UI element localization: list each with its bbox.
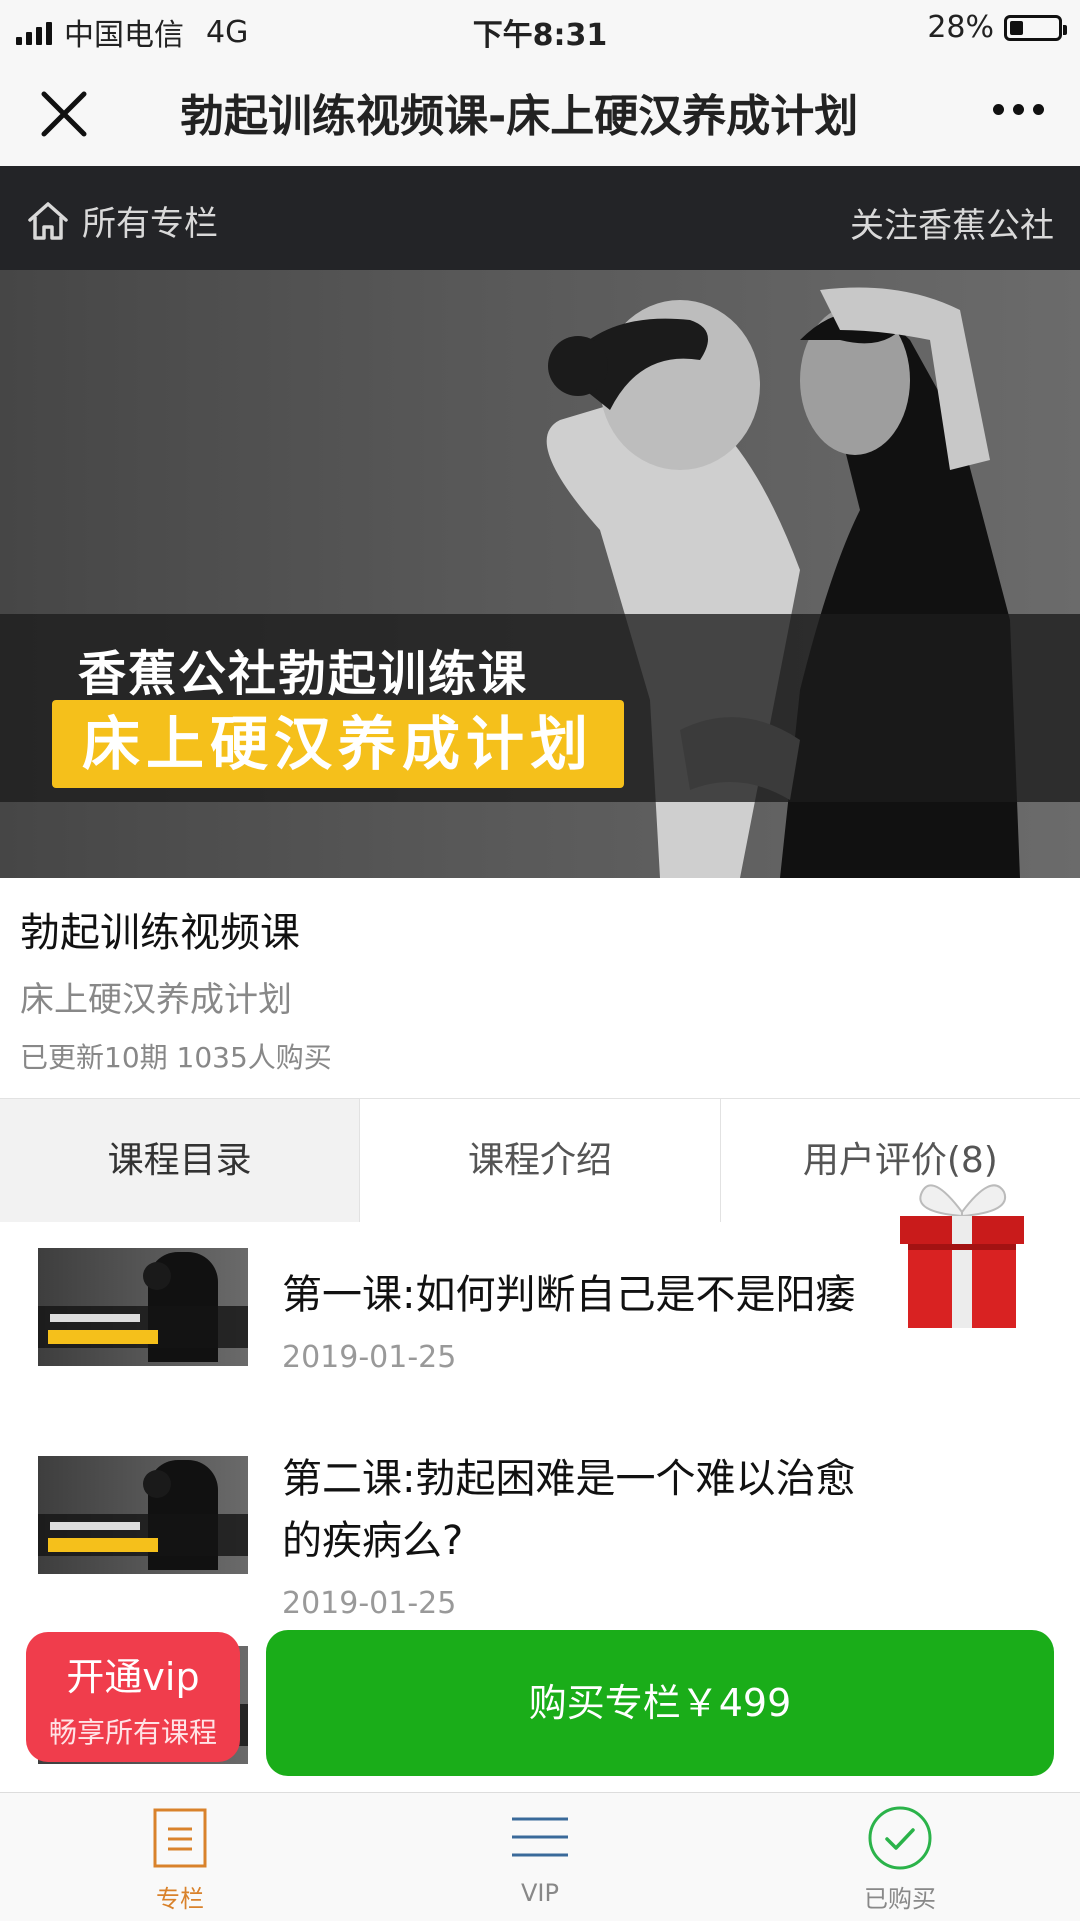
lesson-date: 2019-01-25 [282,1340,457,1375]
tabbar-label: VIP [521,1879,559,1907]
gift-icon[interactable] [892,1172,1032,1332]
banner-headline: 香蕉公社勃起训练课 [78,646,529,702]
course-subtitle: 床上硬汉养成计划 [20,980,292,1020]
all-columns-label: 所有专栏 [82,204,218,244]
buy-column-button[interactable]: 购买专栏￥499 [266,1630,1054,1776]
tabbar-item-column[interactable]: 专栏 [0,1793,360,1921]
home-icon [28,201,68,240]
lesson-date: 2019-01-25 [282,1586,457,1621]
battery-fill [1010,20,1023,35]
battery-icon [1004,14,1067,41]
menu-icon [512,1817,568,1857]
tabbar-label: 专栏 [156,1885,204,1913]
course-title: 勃起训练视频课 [20,910,300,956]
nav-bar: 勃起训练视频课-床上硬汉养成计划 [0,56,1080,167]
course-info: 勃起训练视频课 床上硬汉养成计划 已更新10期 1035人购买 [0,878,1080,1098]
battery-percent: 28% [927,10,994,45]
tabbar-item-vip[interactable]: VIP [360,1793,720,1921]
all-columns-link[interactable]: 所有专栏 [26,196,218,245]
page-title: 勃起训练视频课-床上硬汉养成计划 [180,91,859,142]
open-vip-button[interactable]: 开通vip 畅享所有课程 [26,1632,240,1762]
check-circle-icon [868,1806,932,1870]
more-icon[interactable] [993,104,1044,115]
lesson-thumbnail [38,1248,248,1366]
column-bar: 所有专栏 关注香蕉公社 [0,166,1080,270]
vip-label: 开通vip [66,1655,200,1699]
bottom-tab-bar: 专栏 VIP 已购买 [0,1792,1080,1921]
lesson-title: 第二课:勃起困难是一个难以治愈的疾病么? [282,1456,856,1564]
tab-catalog[interactable]: 课程目录 [0,1099,361,1223]
status-bar: 中国电信 4G 下午8:31 28% [0,0,1080,56]
follow-link[interactable]: 关注香蕉公社 [850,198,1054,247]
course-banner: 香蕉公社勃起训练课 床上硬汉养成计划 [0,270,1080,878]
close-icon[interactable] [36,86,92,142]
tabbar-item-purchased[interactable]: 已购买 [720,1793,1080,1921]
vip-sublabel: 畅享所有课程 [48,1716,217,1749]
course-meta: 已更新10期 1035人购买 [20,1041,332,1074]
banner-subheadline: 床上硬汉养成计划 [52,700,624,788]
lesson-thumbnail [38,1456,248,1574]
status-right: 28% [927,10,1067,45]
tab-intro[interactable]: 课程介绍 [360,1099,721,1223]
tabbar-label: 已购买 [864,1885,936,1913]
column-icon [153,1808,207,1868]
status-time: 下午8:31 [472,18,608,53]
